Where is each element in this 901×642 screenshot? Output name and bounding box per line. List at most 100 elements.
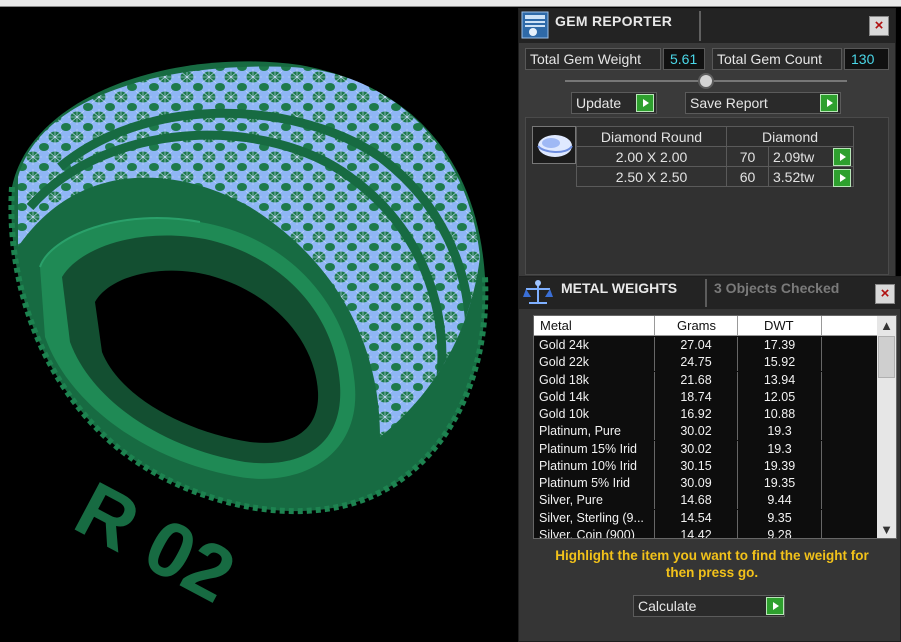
calculate-button[interactable]: Calculate bbox=[633, 595, 785, 617]
gem-weight: 3.52tw bbox=[773, 168, 815, 185]
metal-dwt: 9.35 bbox=[738, 509, 822, 527]
metal-weights-close-button[interactable]: × bbox=[875, 284, 895, 304]
metal-row[interactable]: Platinum 5% Irid 30.09 19.35 bbox=[534, 475, 878, 492]
metal-name: Silver, Pure bbox=[534, 492, 655, 510]
gem-count: 70 bbox=[726, 146, 769, 167]
gem-size: 2.50 X 2.50 bbox=[576, 166, 727, 187]
gem-row-1-go-icon[interactable] bbox=[833, 148, 851, 166]
metal-row[interactable]: Silver, Pure 14.68 9.44 bbox=[534, 492, 878, 510]
calculate-label: Calculate bbox=[638, 598, 697, 614]
metal-list-header: Metal Grams DWT bbox=[534, 316, 878, 336]
metal-row[interactable]: Gold 24k 27.04 17.39 bbox=[534, 337, 878, 354]
save-report-label: Save Report bbox=[690, 95, 768, 111]
metal-grams: 14.42 bbox=[655, 526, 738, 538]
metal-row[interactable]: Platinum 10% Irid 30.15 19.39 bbox=[534, 457, 878, 475]
metal-dwt: 15.92 bbox=[738, 354, 822, 372]
metal-name: Gold 18k bbox=[534, 371, 655, 389]
gem-count: 60 bbox=[726, 166, 769, 187]
metal-grams: 30.15 bbox=[655, 457, 738, 475]
metal-name: Platinum 5% Irid bbox=[534, 475, 655, 492]
metal-blank-cell bbox=[822, 492, 878, 510]
gem-shape-header: Diamond Round bbox=[576, 126, 727, 147]
top-bar bbox=[0, 0, 901, 7]
metal-weights-titlebar: METAL WEIGHTS 3 Objects Checked × bbox=[519, 277, 900, 309]
metal-name: Gold 14k bbox=[534, 388, 655, 406]
metal-grams: 27.04 bbox=[655, 337, 738, 354]
metal-blank-cell bbox=[822, 354, 878, 372]
metal-row[interactable]: Gold 22k 24.75 15.92 bbox=[534, 354, 878, 372]
update-go-icon[interactable] bbox=[636, 94, 654, 112]
metal-blank-cell bbox=[822, 371, 878, 389]
metal-row[interactable]: Silver, Sterling (9... 14.54 9.35 bbox=[534, 509, 878, 527]
gem-reporter-close-button[interactable]: × bbox=[869, 16, 889, 36]
gem-row-2-go-icon[interactable] bbox=[833, 169, 851, 187]
metal-name: Silver, Coin (900) bbox=[534, 526, 655, 538]
scale-icon bbox=[523, 280, 553, 304]
metal-grams: 16.92 bbox=[655, 406, 738, 423]
metal-grams: 14.68 bbox=[655, 492, 738, 510]
instruction-line-2: then press go. bbox=[665, 565, 759, 580]
metal-list-scrollbar[interactable]: ▲ ▼ bbox=[877, 316, 896, 538]
gem-weight: 2.09tw bbox=[773, 148, 815, 165]
column-header-blank bbox=[822, 316, 878, 336]
diamond-icon bbox=[537, 135, 573, 157]
metal-name: Platinum, Pure bbox=[534, 423, 655, 441]
metal-dwt: 13.94 bbox=[738, 371, 822, 389]
scroll-thumb[interactable] bbox=[878, 336, 895, 378]
metal-name: Platinum 15% Irid bbox=[534, 440, 655, 458]
slider-knob[interactable] bbox=[698, 73, 714, 89]
gem-row[interactable]: 2.50 X 2.50 60 3.52tw bbox=[576, 166, 854, 187]
ring-model bbox=[8, 61, 489, 515]
metal-grams: 30.02 bbox=[655, 423, 738, 441]
metal-title-separator bbox=[705, 279, 707, 307]
gem-report-icon bbox=[521, 11, 549, 39]
save-report-go-icon[interactable] bbox=[820, 94, 838, 112]
metal-dwt: 9.28 bbox=[738, 526, 822, 538]
column-header-grams[interactable]: Grams bbox=[655, 316, 738, 336]
gem-list-area: Diamond Round Diamond 2.00 X 2.00 70 2.0… bbox=[525, 117, 889, 275]
metal-blank-cell bbox=[822, 440, 878, 458]
instruction-text: Highlight the item you want to find the … bbox=[527, 547, 897, 581]
metal-blank-cell bbox=[822, 406, 878, 423]
3d-viewport[interactable]: R 02 bbox=[0, 7, 518, 642]
metal-row[interactable]: Platinum, Pure 30.02 19.3 bbox=[534, 423, 878, 441]
metal-grams: 14.54 bbox=[655, 509, 738, 527]
metal-row[interactable]: Platinum 15% Irid 30.02 19.3 bbox=[534, 440, 878, 458]
gem-reporter-titlebar: GEM REPORTER × bbox=[519, 9, 895, 43]
metal-row[interactable]: Gold 18k 21.68 13.94 bbox=[534, 371, 878, 389]
diamond-round-thumbnail[interactable] bbox=[532, 126, 576, 164]
metal-blank-cell bbox=[822, 337, 878, 354]
gem-size: 2.00 X 2.00 bbox=[576, 146, 727, 167]
calculate-go-icon[interactable] bbox=[766, 597, 784, 615]
metal-blank-cell bbox=[822, 423, 878, 441]
total-gem-count-label: Total Gem Count bbox=[712, 48, 842, 70]
gem-table: Diamond Round Diamond 2.00 X 2.00 70 2.0… bbox=[576, 126, 854, 187]
metal-dwt: 19.35 bbox=[738, 475, 822, 492]
column-header-dwt[interactable]: DWT bbox=[738, 316, 822, 336]
column-header-metal[interactable]: Metal bbox=[534, 316, 655, 336]
save-report-button[interactable]: Save Report bbox=[685, 92, 841, 114]
total-gem-weight-label: Total Gem Weight bbox=[525, 48, 661, 70]
metal-blank-cell bbox=[822, 526, 878, 538]
app-root: R 02 GEM REPORTER × Total Gem Weight 5.6… bbox=[0, 0, 901, 642]
scroll-up-icon[interactable]: ▲ bbox=[877, 317, 896, 334]
metal-weights-list[interactable]: Metal Grams DWT Gold 24k 27.04 17.39 Gold 2… bbox=[533, 315, 897, 539]
metal-weights-title: METAL WEIGHTS bbox=[561, 280, 678, 296]
metal-weights-panel: METAL WEIGHTS 3 Objects Checked × Metal … bbox=[518, 276, 901, 642]
metal-row[interactable]: Gold 10k 16.92 10.88 bbox=[534, 406, 878, 423]
total-gem-weight-value: 5.61 bbox=[663, 48, 705, 70]
metal-dwt: 19.39 bbox=[738, 457, 822, 475]
metal-grams: 18.74 bbox=[655, 388, 738, 406]
metal-row[interactable]: Silver, Coin (900) 14.42 9.28 bbox=[534, 526, 878, 538]
metal-dwt: 9.44 bbox=[738, 492, 822, 510]
metal-dwt: 17.39 bbox=[738, 337, 822, 354]
update-button[interactable]: Update bbox=[571, 92, 657, 114]
metal-row[interactable]: Gold 14k 18.74 12.05 bbox=[534, 388, 878, 406]
scroll-down-icon[interactable]: ▼ bbox=[877, 521, 896, 538]
metal-grams: 30.09 bbox=[655, 475, 738, 492]
metal-blank-cell bbox=[822, 457, 878, 475]
metal-grams: 24.75 bbox=[655, 354, 738, 372]
gem-row[interactable]: 2.00 X 2.00 70 2.09tw bbox=[576, 146, 854, 167]
gem-reporter-title: GEM REPORTER bbox=[555, 13, 673, 29]
metal-dwt: 12.05 bbox=[738, 388, 822, 406]
